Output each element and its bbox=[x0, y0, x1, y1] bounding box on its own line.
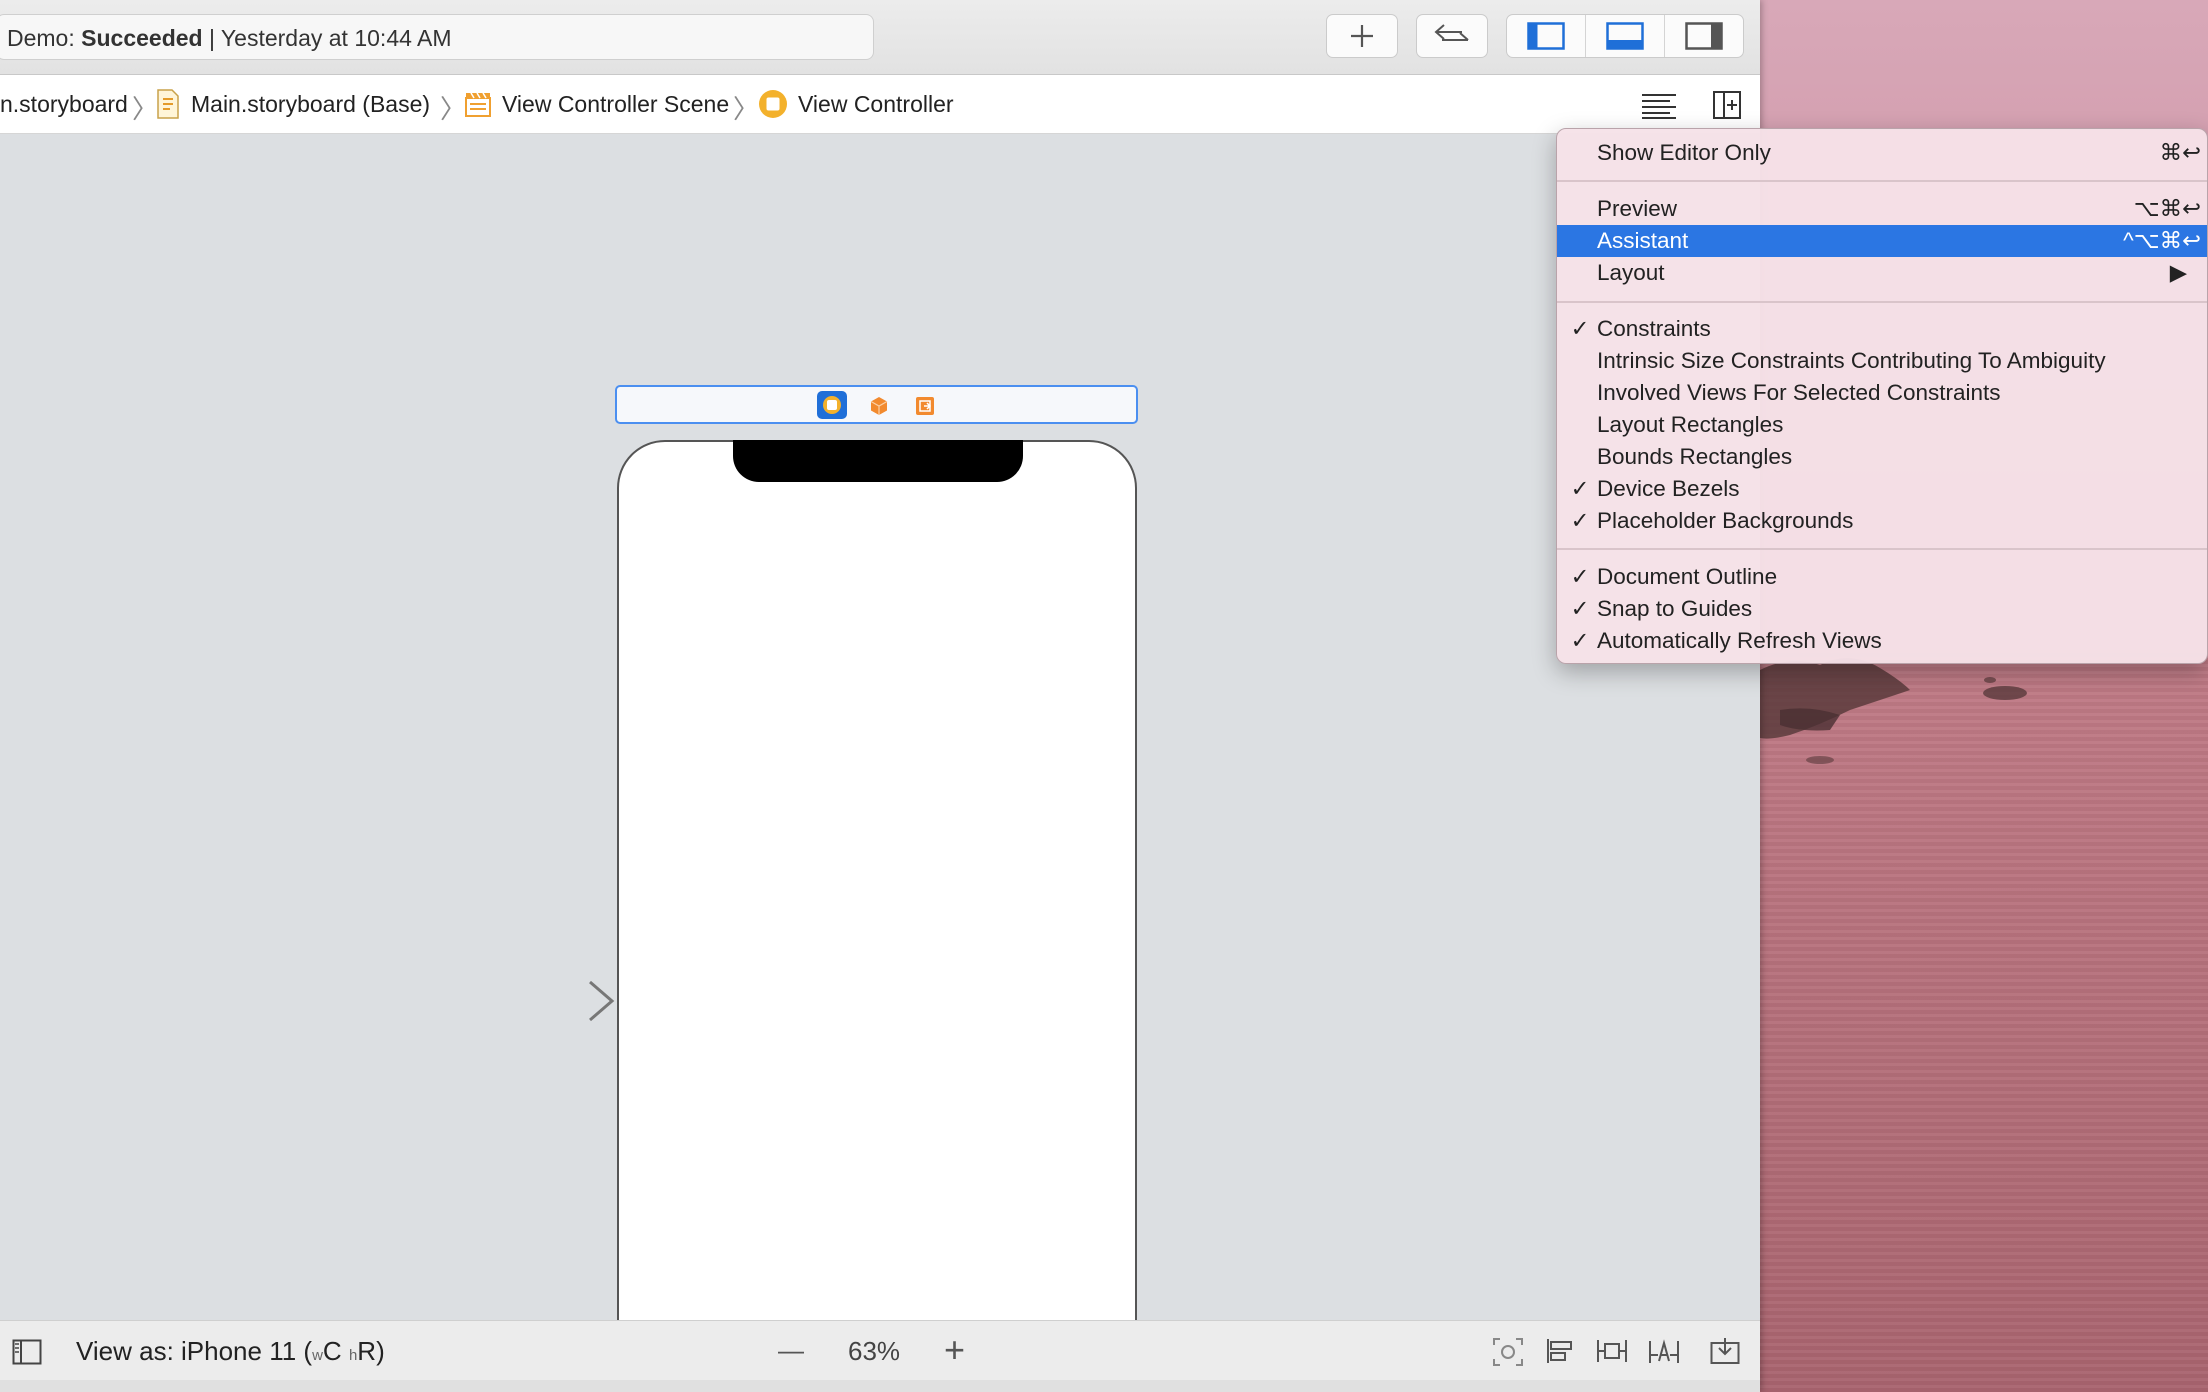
bottom-panel-icon bbox=[1606, 22, 1644, 50]
chevron-right-icon: 〉 bbox=[733, 94, 760, 124]
activity-scheme: Demo: bbox=[7, 25, 82, 51]
view-as-device-button[interactable]: View as: iPhone 11 (wC hR) bbox=[76, 1321, 385, 1381]
zoom-level: 63% bbox=[848, 1336, 901, 1366]
checkmark-icon: ✓ bbox=[1570, 508, 1590, 533]
device-notch bbox=[733, 440, 1023, 482]
view-controller-icon bbox=[759, 90, 787, 118]
canvas-bottom-bar: View as: iPhone 11 (wC hR) — 63% + bbox=[0, 1320, 1760, 1381]
exit-icon[interactable] bbox=[915, 396, 935, 416]
iphone-device-frame[interactable] bbox=[617, 440, 1137, 1392]
scene-icon bbox=[465, 92, 491, 117]
first-responder-icon[interactable] bbox=[869, 396, 889, 416]
checkmark-icon: ✓ bbox=[1570, 564, 1590, 589]
coast-rocks bbox=[1760, 658, 2027, 764]
embed-in-icon[interactable] bbox=[1710, 1337, 1740, 1365]
menu-item-bounds-rectangles[interactable]: Bounds Rectangles bbox=[1557, 441, 2207, 473]
activity-status: Succeeded bbox=[81, 25, 203, 51]
document-outline-toggle-icon[interactable] bbox=[12, 1339, 42, 1365]
menu-item-snap-to-guides[interactable]: ✓ Snap to Guides bbox=[1557, 593, 2207, 625]
activity-view: Demo: Succeeded | Yesterday at 10:44 AM bbox=[0, 14, 874, 60]
inspector-toggle-button[interactable] bbox=[1665, 15, 1743, 57]
resolve-autolayout-icon[interactable] bbox=[1648, 1337, 1680, 1365]
code-review-button[interactable] bbox=[1416, 14, 1488, 58]
menu-item-show-editor-only[interactable]: Show Editor Only ⌘↩ bbox=[1557, 137, 2207, 169]
view-as-label: View as: iPhone 11 ( bbox=[76, 1336, 313, 1366]
storyboard-file-icon bbox=[157, 89, 179, 119]
entry-point-arrow[interactable] bbox=[492, 980, 616, 1022]
window-toolbar: Demo: Succeeded | Yesterday at 10:44 AM bbox=[0, 0, 1760, 75]
crumb-main-storyboard[interactable]: Main.storyboard (Base) bbox=[191, 75, 430, 133]
navigator-toggle-button[interactable] bbox=[1507, 15, 1586, 57]
editor-options-icon[interactable] bbox=[1640, 93, 1678, 119]
menu-separator bbox=[1557, 301, 2207, 303]
menu-item-device-bezels[interactable]: ✓ Device Bezels bbox=[1557, 473, 2207, 505]
library-button[interactable] bbox=[1326, 14, 1398, 58]
menu-item-layout-rectangles[interactable]: Layout Rectangles bbox=[1557, 409, 2207, 441]
checkmark-icon: ✓ bbox=[1570, 628, 1590, 653]
swap-arrows-icon bbox=[1434, 24, 1469, 41]
menu-item-auto-refresh-views[interactable]: ✓ Automatically Refresh Views bbox=[1557, 625, 2207, 657]
add-constraints-icon[interactable] bbox=[1596, 1337, 1628, 1365]
menu-item-preview[interactable]: Preview ⌥⌘↩ bbox=[1557, 193, 2207, 225]
menu-item-constraints[interactable]: ✓ Constraints bbox=[1557, 313, 2207, 345]
window-bottom-edge bbox=[0, 1380, 1760, 1392]
view-controller-icon[interactable] bbox=[817, 391, 847, 419]
menu-item-assistant[interactable]: Assistant ^⌥⌘↩ bbox=[1557, 225, 2207, 257]
xcode-window: Demo: Succeeded | Yesterday at 10:44 AM … bbox=[0, 0, 1760, 1392]
menu-item-involved-views[interactable]: Involved Views For Selected Constraints bbox=[1557, 377, 2207, 409]
menu-item-layout[interactable]: Layout ▶ bbox=[1557, 257, 2207, 289]
scene-dock[interactable] bbox=[615, 385, 1138, 424]
add-editor-icon[interactable] bbox=[1712, 90, 1742, 120]
width-class-prefix: w bbox=[312, 1347, 323, 1364]
align-icon[interactable] bbox=[1545, 1337, 1575, 1365]
menu-separator bbox=[1557, 180, 2207, 182]
menu-item-placeholder-backgrounds[interactable]: ✓ Placeholder Backgrounds bbox=[1557, 505, 2207, 537]
checkmark-icon: ✓ bbox=[1570, 316, 1590, 341]
left-panel-icon bbox=[1527, 22, 1565, 50]
editor-options-menu: Show Editor Only ⌘↩ Preview ⌥⌘↩ Assistan… bbox=[1556, 128, 2208, 664]
submenu-arrow-icon: ▶ bbox=[2169, 260, 2187, 285]
menu-separator bbox=[1557, 548, 2207, 550]
height-class-value: R bbox=[357, 1336, 377, 1366]
panel-toggle-group bbox=[1506, 14, 1744, 58]
zoom-in-button[interactable]: + bbox=[944, 1321, 965, 1379]
menu-item-intrinsic-size[interactable]: Intrinsic Size Constraints Contributing … bbox=[1557, 345, 2207, 377]
jump-bar: n.storyboard 〉 Main.storyboard (Base) 〉 … bbox=[0, 75, 1760, 134]
debug-area-toggle-button[interactable] bbox=[1586, 15, 1665, 57]
chevron-right-icon: 〉 bbox=[132, 94, 159, 124]
view-as-suffix: ) bbox=[376, 1336, 385, 1366]
checkmark-icon: ✓ bbox=[1570, 476, 1590, 501]
activity-time: | Yesterday at 10:44 AM bbox=[202, 25, 452, 51]
chevron-right-icon: 〉 bbox=[440, 94, 467, 124]
crumb-view-controller[interactable]: View Controller bbox=[798, 75, 954, 133]
refresh-views-icon[interactable] bbox=[1492, 1337, 1524, 1367]
zoom-out-button[interactable]: — bbox=[778, 1321, 804, 1379]
plus-icon bbox=[1351, 25, 1373, 47]
menu-item-document-outline[interactable]: ✓ Document Outline bbox=[1557, 561, 2207, 593]
right-panel-icon bbox=[1685, 22, 1723, 50]
width-class-value: C bbox=[322, 1336, 342, 1366]
crumb-storyboard-file[interactable]: n.storyboard bbox=[0, 75, 128, 133]
crumb-view-controller-scene[interactable]: View Controller Scene bbox=[502, 75, 729, 133]
checkmark-icon: ✓ bbox=[1570, 596, 1590, 621]
